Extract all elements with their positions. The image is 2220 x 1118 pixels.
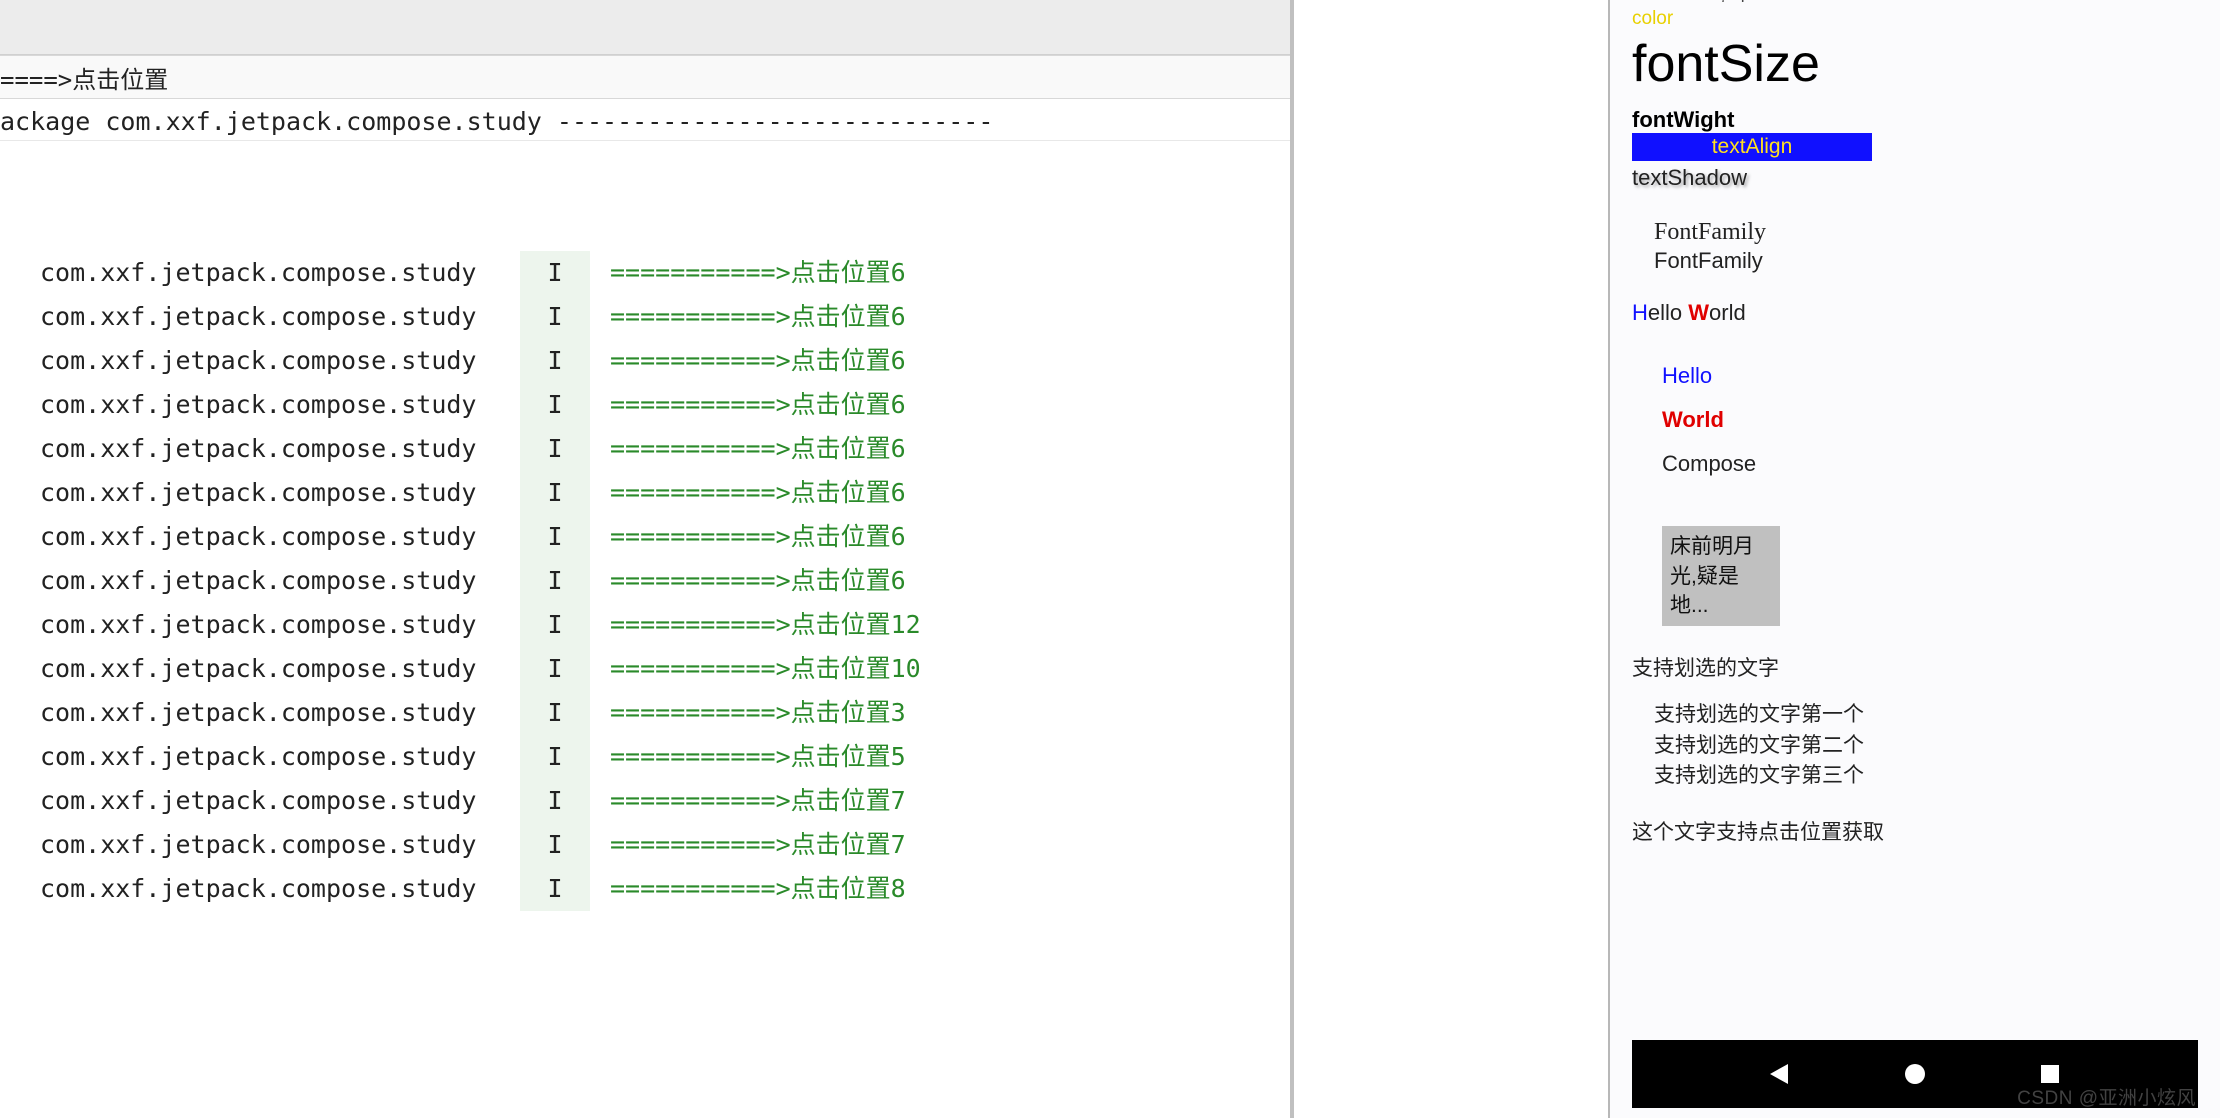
text-fontweight-demo: fontWight — [1610, 107, 2220, 133]
empty-panel — [1294, 0, 1610, 1118]
span-orld: orld — [1709, 300, 1746, 325]
log-message: ===========>点击位置6 — [610, 251, 906, 295]
log-message: ===========>点击位置6 — [610, 559, 906, 603]
log-level: I — [520, 471, 590, 515]
log-level: I — [520, 603, 590, 647]
log-message: ===========>点击位置6 — [610, 515, 906, 559]
log-row[interactable]: com.xxf.jetpack.compose.studyI ==========… — [0, 515, 1290, 559]
log-tag: com.xxf.jetpack.compose.study — [0, 647, 520, 691]
log-level: I — [520, 339, 590, 383]
span-ello: ello — [1648, 300, 1688, 325]
ide-log-panel: ====>点击位置 ackage com.xxf.jetpack.compose… — [0, 0, 1290, 1118]
vlist-world: World — [1662, 398, 2220, 442]
log-tag: com.xxf.jetpack.compose.study — [0, 383, 520, 427]
log-tag: com.xxf.jetpack.compose.study — [0, 691, 520, 735]
log-row[interactable]: com.xxf.jetpack.compose.studyI ==========… — [0, 647, 1290, 691]
log-message: ===========>点击位置7 — [610, 779, 906, 823]
log-level: I — [520, 383, 590, 427]
log-filter-text: ====>点击位置 — [0, 60, 168, 95]
log-message: ===========>点击位置3 — [610, 691, 906, 735]
log-row[interactable]: com.xxf.jetpack.compose.studyI ==========… — [0, 867, 1290, 911]
vertical-text-list: Hello World Compose — [1610, 354, 2220, 486]
log-message: ===========>点击位置6 — [610, 427, 906, 471]
selectable-text-item[interactable]: 支持划选的文字第二个 — [1654, 731, 2220, 761]
text-textshadow-demo: textShadow — [1610, 165, 2220, 191]
log-message: ===========>点击位置12 — [610, 603, 921, 647]
text-styled-span: Hello World — [1610, 300, 2220, 326]
log-level: I — [520, 867, 590, 911]
poem-ellipsis-box: 床前明月 光,疑是地... — [1662, 526, 1780, 626]
phone-preview: compose_study color fontSize fontWight t… — [1610, 0, 2220, 1118]
log-level: I — [520, 779, 590, 823]
log-message: ===========>点击位置5 — [610, 735, 906, 779]
log-tag: com.xxf.jetpack.compose.study — [0, 735, 520, 779]
log-message: ===========>点击位置6 — [610, 339, 906, 383]
log-row[interactable]: com.xxf.jetpack.compose.studyI ==========… — [0, 691, 1290, 735]
log-level: I — [520, 691, 590, 735]
log-level: I — [520, 647, 590, 691]
log-level: I — [520, 251, 590, 295]
log-message: ===========>点击位置6 — [610, 471, 906, 515]
text-textalign-demo: textAlign — [1632, 133, 1872, 161]
vlist-compose: Compose — [1662, 442, 2220, 486]
log-level: I — [520, 295, 590, 339]
log-level: I — [520, 559, 590, 603]
toolbar-strip — [0, 0, 1290, 55]
log-level: I — [520, 515, 590, 559]
log-message: ===========>点击位置10 — [610, 647, 921, 691]
phone-top-cut-text: compose_study — [1610, 0, 2220, 2]
text-fontfamily-serif: FontFamily — [1610, 219, 2220, 246]
vlist-hello: Hello — [1662, 354, 2220, 398]
log-tag: com.xxf.jetpack.compose.study — [0, 295, 520, 339]
log-tag: com.xxf.jetpack.compose.study — [0, 427, 520, 471]
log-row[interactable]: com.xxf.jetpack.compose.studyI ==========… — [0, 383, 1290, 427]
selectable-text-header[interactable]: 支持划选的文字 — [1610, 652, 2220, 682]
log-row[interactable]: com.xxf.jetpack.compose.studyI ==========… — [0, 603, 1290, 647]
log-row[interactable]: com.xxf.jetpack.compose.studyI ==========… — [0, 559, 1290, 603]
phone-content: compose_study color fontSize fontWight t… — [1610, 0, 2220, 1040]
log-level: I — [520, 823, 590, 867]
log-message: ===========>点击位置6 — [610, 295, 906, 339]
log-row[interactable]: com.xxf.jetpack.compose.studyI ==========… — [0, 779, 1290, 823]
log-message: ===========>点击位置6 — [610, 383, 906, 427]
text-color-demo: color — [1610, 8, 2220, 30]
log-tag: com.xxf.jetpack.compose.study — [0, 251, 520, 295]
nav-back-icon[interactable] — [1768, 1062, 1792, 1086]
log-header-line: ackage com.xxf.jetpack.compose.study ---… — [0, 99, 1290, 141]
log-message: ===========>点击位置7 — [610, 823, 906, 867]
log-tag: com.xxf.jetpack.compose.study — [0, 823, 520, 867]
log-row[interactable]: com.xxf.jetpack.compose.studyI ==========… — [0, 427, 1290, 471]
log-filter-bar[interactable]: ====>点击位置 — [0, 55, 1290, 99]
log-level: I — [520, 427, 590, 471]
selectable-text-list[interactable]: 支持划选的文字第一个支持划选的文字第二个支持划选的文字第三个 — [1610, 700, 2220, 791]
log-row[interactable]: com.xxf.jetpack.compose.studyI ==========… — [0, 295, 1290, 339]
log-row[interactable]: com.xxf.jetpack.compose.studyI ==========… — [0, 251, 1290, 295]
text-fontsize-demo: fontSize — [1610, 36, 2220, 93]
log-tag: com.xxf.jetpack.compose.study — [0, 339, 520, 383]
log-row[interactable]: com.xxf.jetpack.compose.studyI ==========… — [0, 471, 1290, 515]
log-tag: com.xxf.jetpack.compose.study — [0, 471, 520, 515]
selectable-text-item[interactable]: 支持划选的文字第三个 — [1654, 761, 2220, 791]
span-w: W — [1688, 300, 1709, 325]
log-tag: com.xxf.jetpack.compose.study — [0, 779, 520, 823]
log-level: I — [520, 735, 590, 779]
span-h: H — [1632, 300, 1648, 325]
log-tag: com.xxf.jetpack.compose.study — [0, 559, 520, 603]
log-tag: com.xxf.jetpack.compose.study — [0, 603, 520, 647]
log-row[interactable]: com.xxf.jetpack.compose.studyI ==========… — [0, 339, 1290, 383]
click-position-text[interactable]: 这个文字支持点击位置获取 — [1610, 816, 2220, 846]
poem-line-1: 床前明月 — [1670, 532, 1772, 561]
log-tag: com.xxf.jetpack.compose.study — [0, 515, 520, 559]
log-area[interactable]: com.xxf.jetpack.compose.studyI==========… — [0, 141, 1290, 911]
watermark: CSDN @亚洲小炫风 — [2017, 1083, 2196, 1110]
nav-home-icon[interactable] — [1903, 1062, 1927, 1086]
poem-line-2: 光,疑是地... — [1670, 562, 1772, 621]
text-fontfamily-sans: FontFamily — [1610, 248, 2220, 274]
log-row[interactable]: com.xxf.jetpack.compose.studyI ==========… — [0, 823, 1290, 867]
log-row[interactable]: com.xxf.jetpack.compose.studyI ==========… — [0, 735, 1290, 779]
log-message: ===========>点击位置8 — [610, 867, 906, 911]
log-tag: com.xxf.jetpack.compose.study — [0, 867, 520, 911]
selectable-text-item[interactable]: 支持划选的文字第一个 — [1654, 700, 2220, 730]
